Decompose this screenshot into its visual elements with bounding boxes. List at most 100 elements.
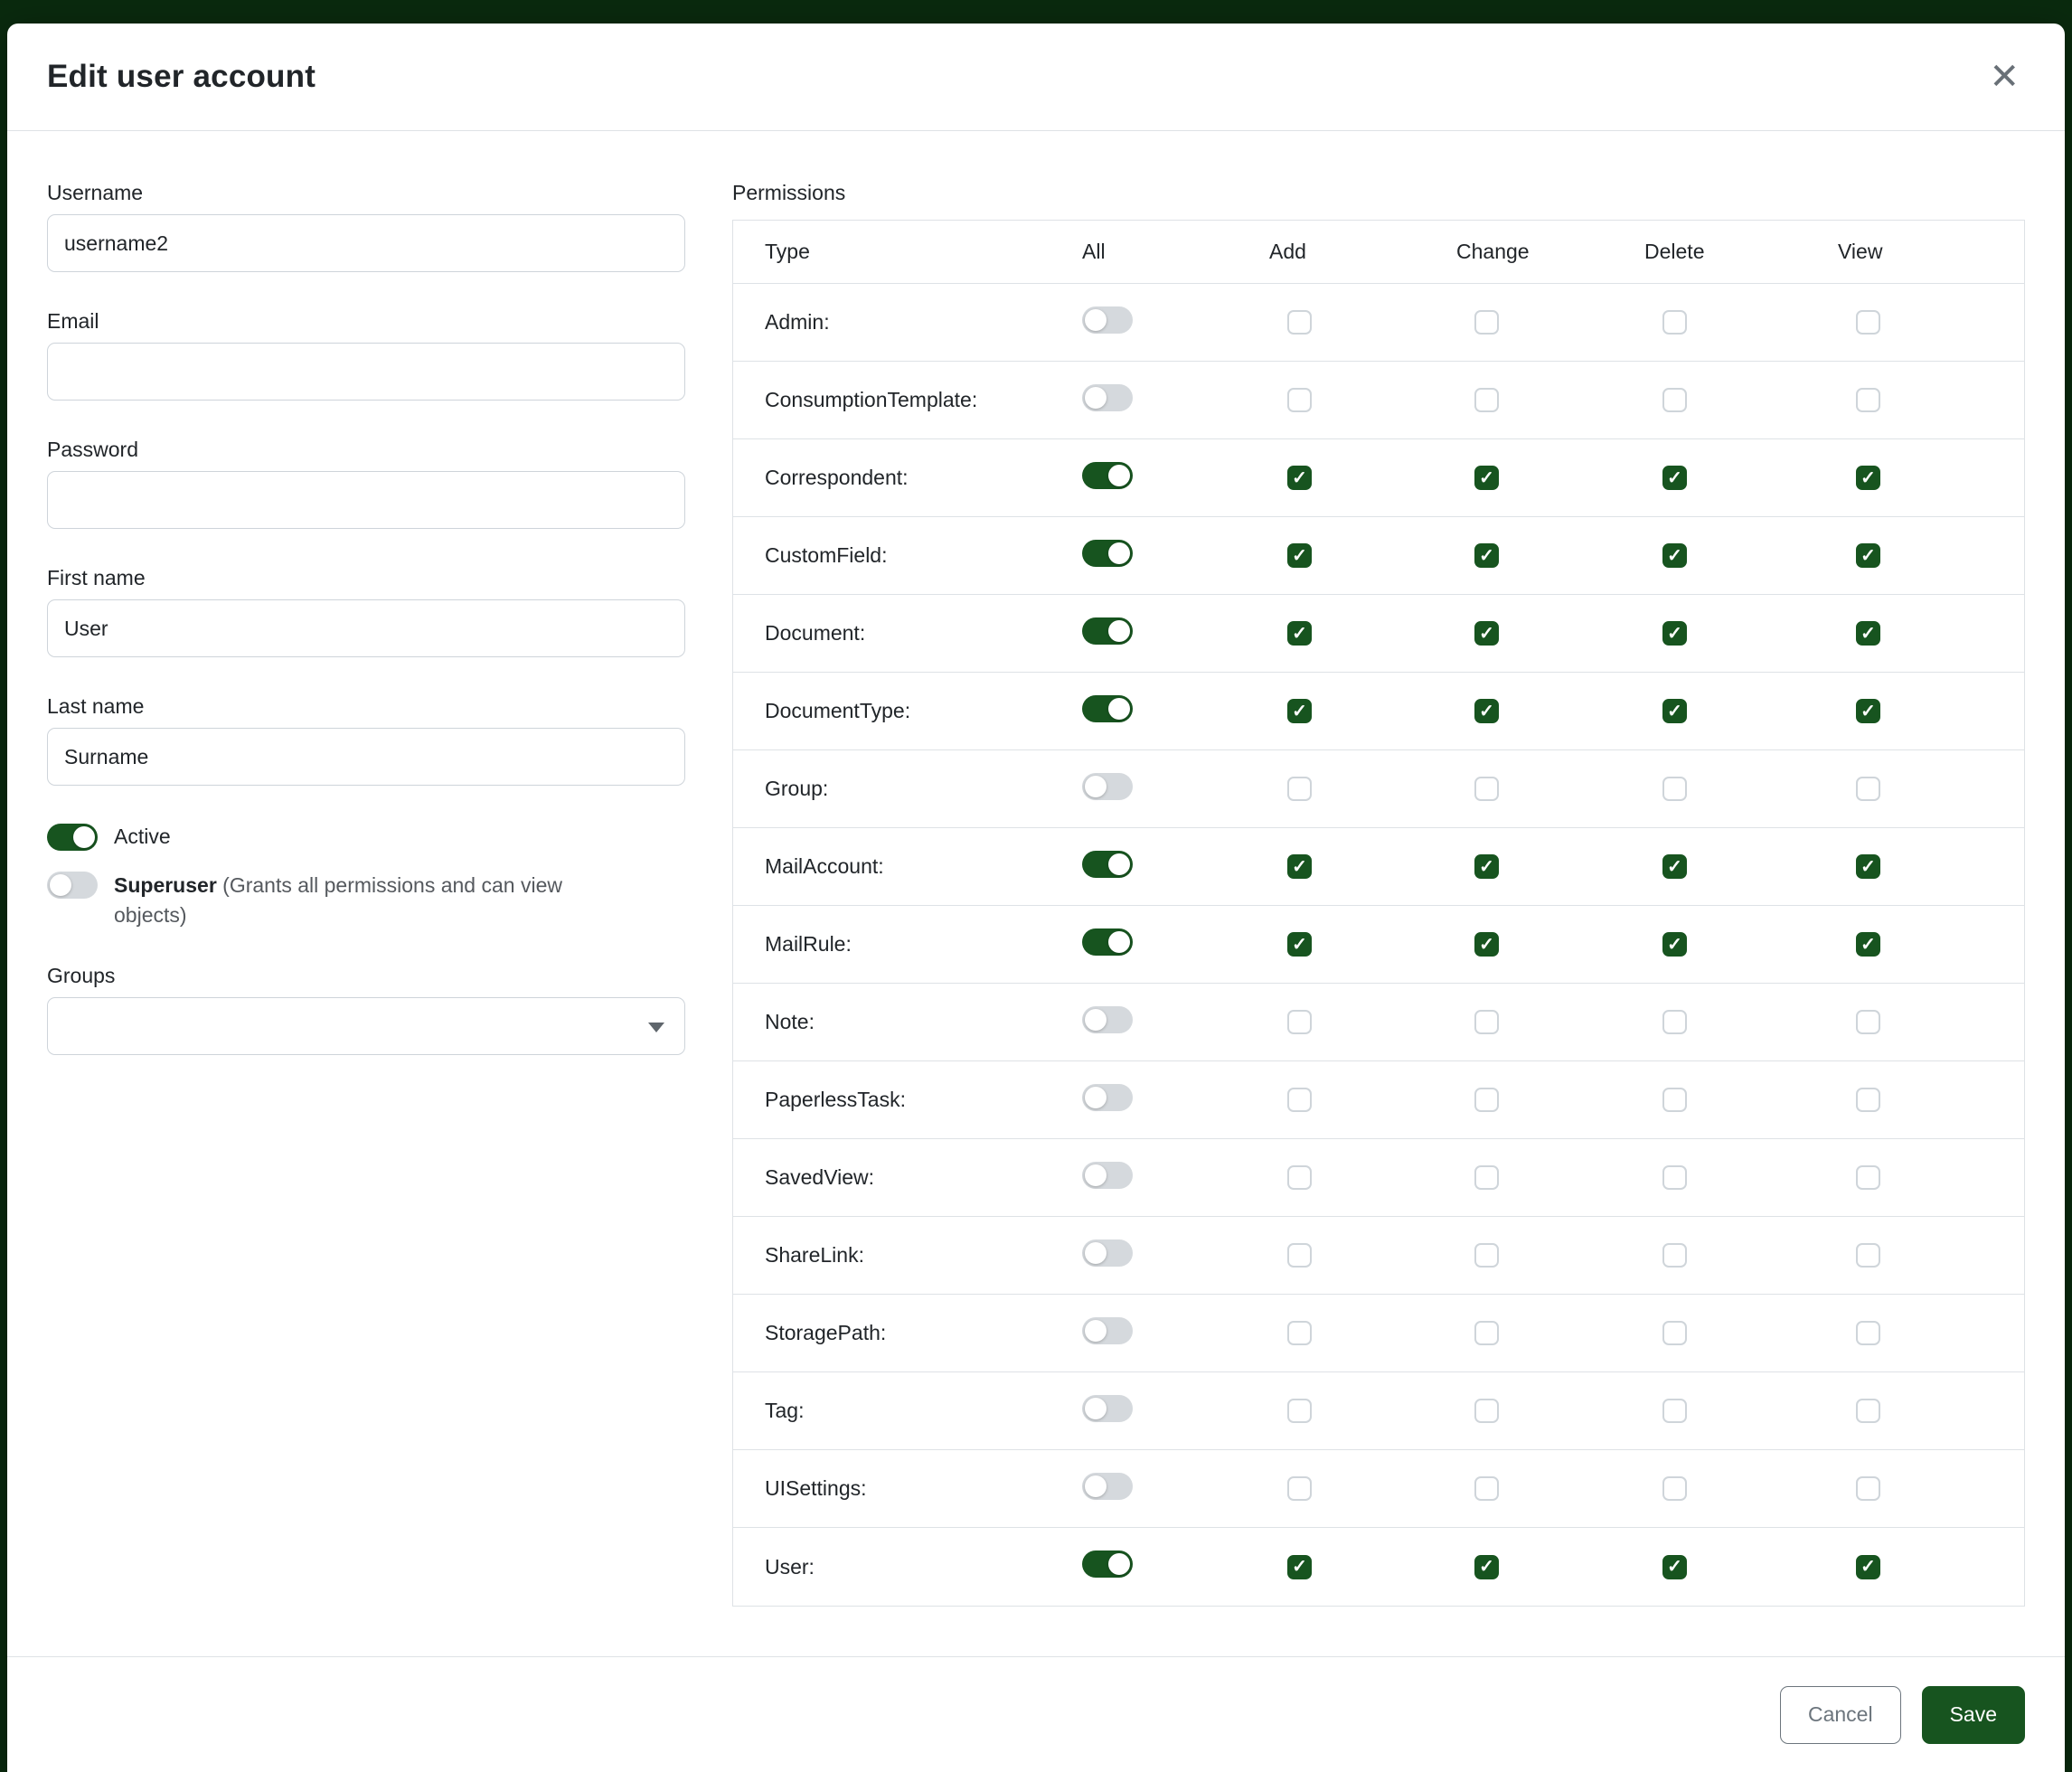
active-toggle[interactable]: [47, 824, 98, 851]
permission-checkbox-delete[interactable]: [1662, 1321, 1687, 1345]
first-name-input[interactable]: [47, 599, 685, 657]
permission-toggle-all[interactable]: [1082, 1550, 1133, 1578]
permission-checkbox-delete[interactable]: [1662, 543, 1687, 568]
permission-checkbox-add[interactable]: [1287, 1088, 1312, 1112]
permission-toggle-all[interactable]: [1082, 617, 1133, 645]
permission-checkbox-view[interactable]: [1856, 932, 1880, 957]
permission-checkbox-view[interactable]: [1856, 310, 1880, 335]
permission-checkbox-view[interactable]: [1856, 1088, 1880, 1112]
permission-checkbox-add[interactable]: [1287, 854, 1312, 879]
permission-checkbox-view[interactable]: [1856, 699, 1880, 723]
permission-checkbox-view[interactable]: [1856, 388, 1880, 412]
permission-toggle-all[interactable]: [1082, 306, 1133, 334]
permission-checkbox-add[interactable]: [1287, 543, 1312, 568]
permission-checkbox-change[interactable]: [1474, 310, 1499, 335]
permission-checkbox-change[interactable]: [1474, 1399, 1499, 1423]
username-input[interactable]: [47, 214, 685, 272]
permission-checkbox-delete[interactable]: [1662, 1399, 1687, 1423]
permission-checkbox-delete[interactable]: [1662, 1165, 1687, 1190]
permission-checkbox-delete[interactable]: [1662, 388, 1687, 412]
permission-checkbox-delete[interactable]: [1662, 1243, 1687, 1268]
password-field[interactable]: [47, 471, 685, 529]
groups-select[interactable]: [47, 997, 685, 1055]
permission-checkbox-change[interactable]: [1474, 1088, 1499, 1112]
permission-toggle-all[interactable]: [1082, 1473, 1133, 1500]
permission-checkbox-change[interactable]: [1474, 543, 1499, 568]
close-icon[interactable]: ✕: [1983, 53, 2025, 100]
permission-checkbox-view[interactable]: [1856, 1399, 1880, 1423]
permission-checkbox-view[interactable]: [1856, 1243, 1880, 1268]
permission-checkbox-add[interactable]: [1287, 932, 1312, 957]
permission-checkbox-delete[interactable]: [1662, 932, 1687, 957]
permission-checkbox-add[interactable]: [1287, 466, 1312, 490]
cancel-button[interactable]: Cancel: [1780, 1686, 1901, 1744]
permission-checkbox-change[interactable]: [1474, 932, 1499, 957]
permission-checkbox-delete[interactable]: [1662, 1088, 1687, 1112]
permission-checkbox-change[interactable]: [1474, 854, 1499, 879]
permission-checkbox-view[interactable]: [1856, 1476, 1880, 1501]
permission-toggle-all[interactable]: [1082, 1317, 1133, 1344]
permission-toggle-all[interactable]: [1082, 384, 1133, 411]
permission-checkbox-add[interactable]: [1287, 777, 1312, 801]
permission-checkbox-delete[interactable]: [1662, 777, 1687, 801]
permission-checkbox-change[interactable]: [1474, 777, 1499, 801]
permission-checkbox-add[interactable]: [1287, 310, 1312, 335]
superuser-toggle[interactable]: [47, 872, 98, 899]
permission-checkbox-view[interactable]: [1856, 1321, 1880, 1345]
permission-checkbox-delete[interactable]: [1662, 466, 1687, 490]
permission-checkbox-delete[interactable]: [1662, 699, 1687, 723]
permission-toggle-all[interactable]: [1082, 540, 1133, 567]
permission-checkbox-change[interactable]: [1474, 699, 1499, 723]
permission-checkbox-change[interactable]: [1474, 1476, 1499, 1501]
permission-toggle-all[interactable]: [1082, 1006, 1133, 1033]
last-name-input[interactable]: [47, 728, 685, 786]
permission-checkbox-view[interactable]: [1856, 543, 1880, 568]
permission-checkbox-delete[interactable]: [1662, 854, 1687, 879]
email-field[interactable]: [47, 343, 685, 401]
permission-toggle-all[interactable]: [1082, 851, 1133, 878]
permission-checkbox-delete[interactable]: [1662, 1010, 1687, 1034]
permission-checkbox-add[interactable]: [1287, 1321, 1312, 1345]
permission-checkbox-add[interactable]: [1287, 621, 1312, 646]
permission-toggle-all[interactable]: [1082, 773, 1133, 800]
permission-toggle-all[interactable]: [1082, 695, 1133, 722]
permission-checkbox-change[interactable]: [1474, 1321, 1499, 1345]
permission-checkbox-add[interactable]: [1287, 1243, 1312, 1268]
permission-checkbox-delete[interactable]: [1662, 1555, 1687, 1579]
permission-checkbox-delete[interactable]: [1662, 310, 1687, 335]
permission-toggle-all[interactable]: [1082, 1162, 1133, 1189]
permission-checkbox-change[interactable]: [1474, 1165, 1499, 1190]
permission-checkbox-change[interactable]: [1474, 621, 1499, 646]
permission-type: Correspondent:: [765, 466, 1082, 490]
permission-checkbox-view[interactable]: [1856, 854, 1880, 879]
permission-checkbox-add[interactable]: [1287, 1165, 1312, 1190]
permission-checkbox-view[interactable]: [1856, 621, 1880, 646]
permission-toggle-all[interactable]: [1082, 1395, 1133, 1422]
permission-checkbox-view[interactable]: [1856, 1010, 1880, 1034]
permission-toggle-all[interactable]: [1082, 928, 1133, 956]
permissions-label: Permissions: [732, 181, 2025, 205]
groups-label: Groups: [47, 964, 685, 988]
permission-checkbox-add[interactable]: [1287, 1399, 1312, 1423]
permission-checkbox-view[interactable]: [1856, 1165, 1880, 1190]
permission-checkbox-change[interactable]: [1474, 466, 1499, 490]
permission-checkbox-delete[interactable]: [1662, 1476, 1687, 1501]
permission-checkbox-change[interactable]: [1474, 1243, 1499, 1268]
permission-checkbox-view[interactable]: [1856, 466, 1880, 490]
save-button[interactable]: Save: [1922, 1686, 2025, 1744]
permission-toggle-all[interactable]: [1082, 1239, 1133, 1267]
permission-checkbox-delete[interactable]: [1662, 621, 1687, 646]
permission-checkbox-add[interactable]: [1287, 1555, 1312, 1579]
permission-checkbox-add[interactable]: [1287, 388, 1312, 412]
permission-checkbox-change[interactable]: [1474, 388, 1499, 412]
permission-toggle-all[interactable]: [1082, 462, 1133, 489]
permission-checkbox-view[interactable]: [1856, 1555, 1880, 1579]
permission-checkbox-change[interactable]: [1474, 1010, 1499, 1034]
permission-checkbox-add[interactable]: [1287, 699, 1312, 723]
permission-checkbox-change[interactable]: [1474, 1555, 1499, 1579]
permission-checkbox-add[interactable]: [1287, 1476, 1312, 1501]
permission-checkbox-view[interactable]: [1856, 777, 1880, 801]
permission-toggle-all[interactable]: [1082, 1084, 1133, 1111]
column-header-all: All: [1082, 240, 1269, 264]
permission-checkbox-add[interactable]: [1287, 1010, 1312, 1034]
